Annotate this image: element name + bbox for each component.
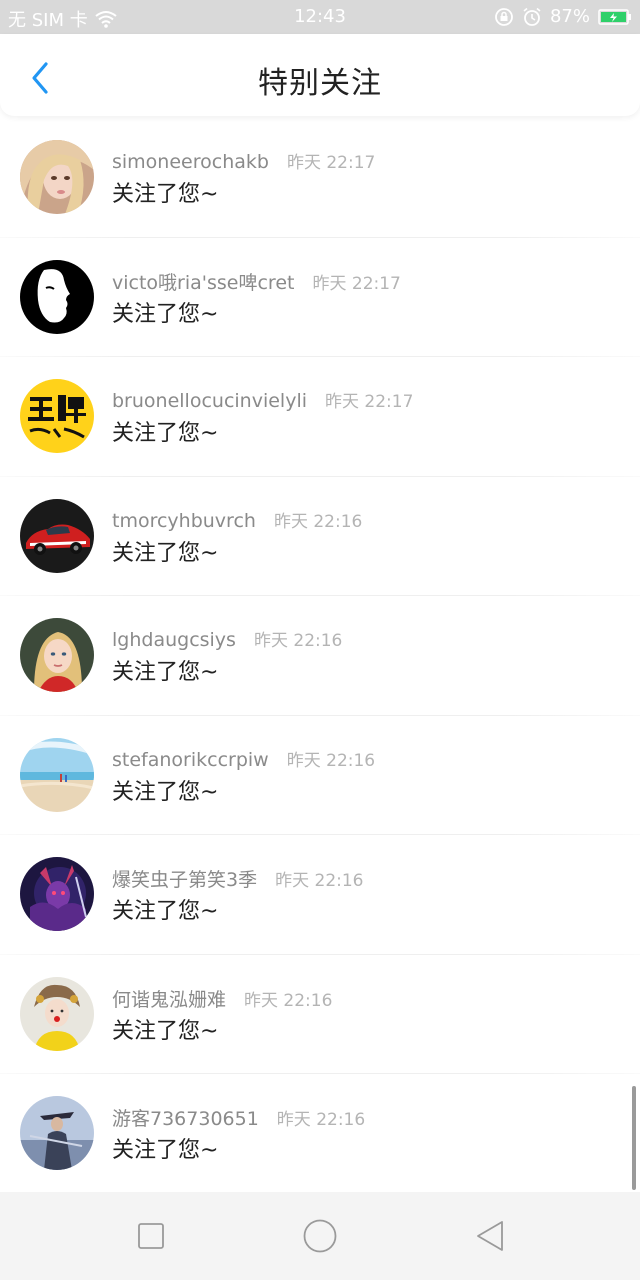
timestamp: 昨天 22:16 (244, 990, 333, 1011)
message-text: 关注了您~ (112, 540, 219, 566)
timestamp: 昨天 22:17 (312, 273, 401, 294)
list-item[interactable]: tmorcyhbuvrch 昨天 22:16 关注了您~ (0, 477, 640, 596)
message-text: 关注了您~ (112, 660, 219, 685)
name-row: bruonellocucinvielyli 昨天 22:17 (112, 387, 413, 412)
game-character-avatar[interactable] (20, 857, 94, 931)
navigation-bar (0, 1192, 640, 1280)
blonde-girl-avatar[interactable] (20, 140, 94, 214)
timestamp: 昨天 22:16 (276, 1110, 366, 1130)
page-title: 特别关注 (258, 66, 382, 101)
child-portrait-avatar[interactable] (20, 618, 94, 692)
username[interactable]: stefanorikccrpiw (112, 749, 269, 771)
scrollbar[interactable] (632, 1086, 636, 1190)
list-item[interactable]: lghdaugcsiys 昨天 22:16 关注了您~ (0, 596, 640, 716)
costume-girl-avatar[interactable] (20, 976, 94, 1051)
username[interactable]: bruonellocucinvielyli (112, 390, 307, 412)
battery-icon (598, 8, 632, 25)
name-row: simoneerochakb 昨天 22:17 (112, 148, 375, 173)
back-nav-button[interactable] (468, 1214, 512, 1258)
name-row: 爆笑虫子第笑3季 昨天 22:16 (112, 865, 364, 892)
battery-text: 87% (549, 6, 590, 27)
timestamp: 昨天 22:16 (286, 750, 376, 771)
rally-car-avatar[interactable] (20, 498, 94, 573)
message-text: 关注了您~ (112, 1018, 219, 1044)
recent-apps-button[interactable] (129, 1214, 173, 1258)
back-triangle-icon (477, 1221, 503, 1251)
status-right: 87% (494, 6, 632, 27)
warrior-avatar[interactable] (20, 1096, 94, 1170)
timestamp: 昨天 22:16 (253, 631, 343, 651)
message-text: 关注了您~ (112, 421, 219, 446)
alarm-icon (522, 7, 542, 27)
list-item[interactable]: 爆笑虫子第笑3季 昨天 22:16 关注了您~ (0, 835, 640, 955)
name-row: victo哦ria'sse啤cret 昨天 22:17 (112, 268, 401, 295)
message-text: 关注了您~ (112, 301, 219, 327)
list-item[interactable]: stefanorikccrpiw 昨天 22:16 关注了您~ (0, 716, 640, 835)
beach-avatar[interactable] (20, 737, 94, 812)
username[interactable]: 游客736730651 (112, 1104, 259, 1131)
name-row: 何谐鬼泓姗难 昨天 22:16 (112, 985, 332, 1012)
username[interactable]: simoneerochakb (112, 151, 269, 173)
notification-list[interactable]: simoneerochakb 昨天 22:17 关注了您~ victo哦ria'… (0, 118, 640, 1192)
name-row: lghdaugcsiys 昨天 22:16 (112, 626, 342, 651)
timestamp: 昨天 22:16 (273, 511, 363, 532)
timestamp: 昨天 22:16 (275, 871, 364, 891)
name-row: stefanorikccrpiw 昨天 22:16 (112, 746, 375, 771)
username[interactable]: tmorcyhbuvrch (112, 510, 256, 532)
list-item[interactable]: simoneerochakb 昨天 22:17 关注了您~ (0, 118, 640, 238)
list-item[interactable]: 何谐鬼泓姗难 昨天 22:16 关注了您~ (0, 955, 640, 1074)
home-icon (303, 1219, 337, 1253)
username[interactable]: 爆笑虫子第笑3季 (112, 865, 257, 892)
lock-rotation-icon (494, 7, 514, 27)
list-item[interactable]: bruonellocucinvielyli 昨天 22:17 关注了您~ (0, 357, 640, 477)
home-button[interactable] (298, 1214, 342, 1258)
username[interactable]: 何谐鬼泓姗难 (112, 985, 226, 1012)
list-item[interactable]: victo哦ria'sse啤cret 昨天 22:17 关注了您~ (0, 238, 640, 357)
name-row: tmorcyhbuvrch 昨天 22:16 (112, 507, 362, 532)
timestamp: 昨天 22:17 (325, 392, 414, 412)
status-bar: 无 SIM 卡 12:43 87% (0, 0, 640, 34)
message-text: 关注了您~ (112, 1138, 219, 1163)
message-text: 关注了您~ (112, 779, 219, 805)
face-silhouette-avatar[interactable] (20, 259, 94, 334)
name-row: 游客736730651 昨天 22:16 (112, 1104, 365, 1131)
list-item[interactable]: 游客736730651 昨天 22:16 关注了您~ (0, 1074, 640, 1192)
timestamp: 昨天 22:17 (286, 153, 376, 173)
username[interactable]: victo哦ria'sse啤cret (112, 268, 294, 295)
message-text: 关注了您~ (112, 899, 219, 924)
recent-apps-icon (138, 1223, 164, 1249)
wangpai-logo-avatar[interactable] (20, 379, 94, 453)
username[interactable]: lghdaugcsiys (112, 629, 236, 651)
header: 特别关注 (0, 34, 640, 116)
message-text: 关注了您~ (112, 182, 219, 207)
